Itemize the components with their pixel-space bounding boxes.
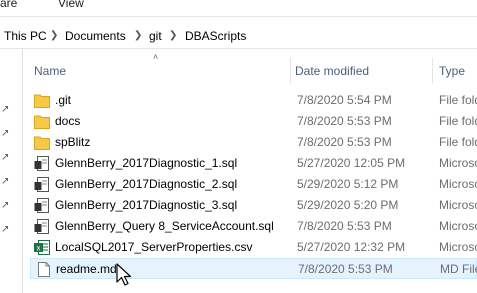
file-name: readme.md — [56, 262, 117, 276]
file-name: LocalSQL2017_ServerProperties.csv — [55, 240, 253, 254]
sql-file-icon — [34, 198, 49, 213]
file-date-modified: 7/8/2020 5:53 PM — [297, 135, 392, 149]
folder-icon — [34, 94, 50, 108]
pin-icon[interactable]: ↗ — [1, 152, 9, 163]
file-type: Microso — [439, 198, 477, 212]
pane-splitter[interactable] — [22, 49, 23, 293]
file-name: docs — [55, 114, 81, 128]
file-type: File fold — [439, 114, 477, 128]
file-row[interactable]: x LocalSQL2017_ServerProperties.csv 5/27… — [30, 237, 477, 258]
file-row[interactable]: .git 7/8/2020 5:54 PM File fold — [30, 90, 477, 111]
file-row[interactable]: GlennBerry_2017Diagnostic_2.sql 5/29/202… — [30, 174, 477, 195]
excel-csv-icon: x — [34, 240, 50, 255]
breadcrumb-this-pc[interactable]: This PC — [4, 29, 47, 43]
svg-text:x: x — [37, 244, 41, 253]
breadcrumb-git[interactable]: git — [149, 29, 162, 43]
pin-icon[interactable]: ↗ — [1, 104, 9, 115]
file-row-selected[interactable]: readme.md 7/8/2020 5:53 PM MD File — [30, 258, 477, 279]
column-header-name[interactable]: Name — [34, 58, 66, 84]
sort-ascending-icon: ˄ — [153, 52, 159, 62]
folder-icon — [34, 136, 50, 150]
file-date-modified: 5/27/2020 12:32 PM — [297, 240, 406, 254]
column-header-row: ˄ Name Date modified Type — [30, 52, 477, 84]
sql-file-icon — [34, 177, 49, 192]
ribbon-tab-share[interactable]: are — [0, 0, 17, 10]
file-type: Microso — [439, 156, 477, 170]
chevron-right-icon[interactable]: ❯ — [50, 30, 58, 41]
ribbon-divider — [0, 16, 477, 17]
pin-icon[interactable]: ↗ — [1, 200, 9, 211]
file-row[interactable]: spBlitz 7/8/2020 5:53 PM File fold — [30, 132, 477, 153]
file-row[interactable]: GlennBerry_Query 8_ServiceAccount.sql 7/… — [30, 216, 477, 237]
file-type: File fold — [439, 93, 477, 107]
file-name: GlennBerry_2017Diagnostic_3.sql — [55, 198, 238, 212]
breadcrumb-documents[interactable]: Documents — [65, 29, 126, 43]
chevron-right-icon[interactable]: ❯ — [134, 30, 142, 41]
column-divider[interactable] — [432, 58, 433, 84]
pin-icon[interactable]: ↗ — [1, 224, 9, 235]
column-header-date-modified[interactable]: Date modified — [295, 58, 369, 84]
sql-file-icon — [34, 219, 49, 234]
text-file-icon — [38, 262, 50, 277]
mouse-pointer-icon — [116, 263, 132, 286]
file-name: .git — [55, 93, 72, 107]
navigation-pane[interactable]: ↗ ↗ ↗ ↗ ↗ ↗ — [0, 49, 22, 293]
chevron-right-icon[interactable]: ❯ — [169, 30, 177, 41]
file-type: Microso — [439, 240, 477, 254]
file-date-modified: 7/8/2020 5:53 PM — [298, 262, 393, 276]
file-row[interactable]: GlennBerry_2017Diagnostic_3.sql 5/29/202… — [30, 195, 477, 216]
file-date-modified: 5/29/2020 5:12 PM — [297, 177, 399, 191]
file-name: GlennBerry_Query 8_ServiceAccount.sql — [55, 219, 274, 233]
file-date-modified: 5/27/2020 12:05 PM — [297, 156, 406, 170]
file-row[interactable]: GlennBerry_2017Diagnostic_1.sql 5/27/202… — [30, 153, 477, 174]
ribbon-tabs: are View — [0, 0, 477, 15]
address-bar[interactable]: This PC ❯ Documents ❯ git ❯ DBAScripts — [0, 24, 477, 49]
breadcrumb-dbascripts[interactable]: DBAScripts — [185, 29, 246, 43]
file-type: File fold — [439, 135, 477, 149]
file-date-modified: 7/8/2020 5:53 PM — [297, 219, 392, 233]
file-date-modified: 7/8/2020 5:53 PM — [297, 114, 392, 128]
file-type: Microso — [439, 177, 477, 191]
file-name: spBlitz — [55, 135, 91, 149]
file-name: GlennBerry_2017Diagnostic_1.sql — [55, 156, 238, 170]
file-type: MD File — [440, 262, 477, 276]
sql-file-icon — [34, 156, 49, 171]
file-type: Microso — [439, 219, 477, 233]
file-name: GlennBerry_2017Diagnostic_2.sql — [55, 177, 238, 191]
file-row[interactable]: docs 7/8/2020 5:53 PM File fold — [30, 111, 477, 132]
folder-icon — [34, 115, 50, 129]
column-divider[interactable] — [290, 58, 291, 84]
pin-icon[interactable]: ↗ — [1, 176, 9, 187]
ribbon-tab-view[interactable]: View — [58, 0, 84, 10]
file-date-modified: 5/29/2020 5:20 PM — [297, 198, 399, 212]
pin-icon[interactable]: ↗ — [1, 128, 9, 139]
column-header-type[interactable]: Type — [439, 58, 465, 84]
file-date-modified: 7/8/2020 5:54 PM — [297, 93, 392, 107]
